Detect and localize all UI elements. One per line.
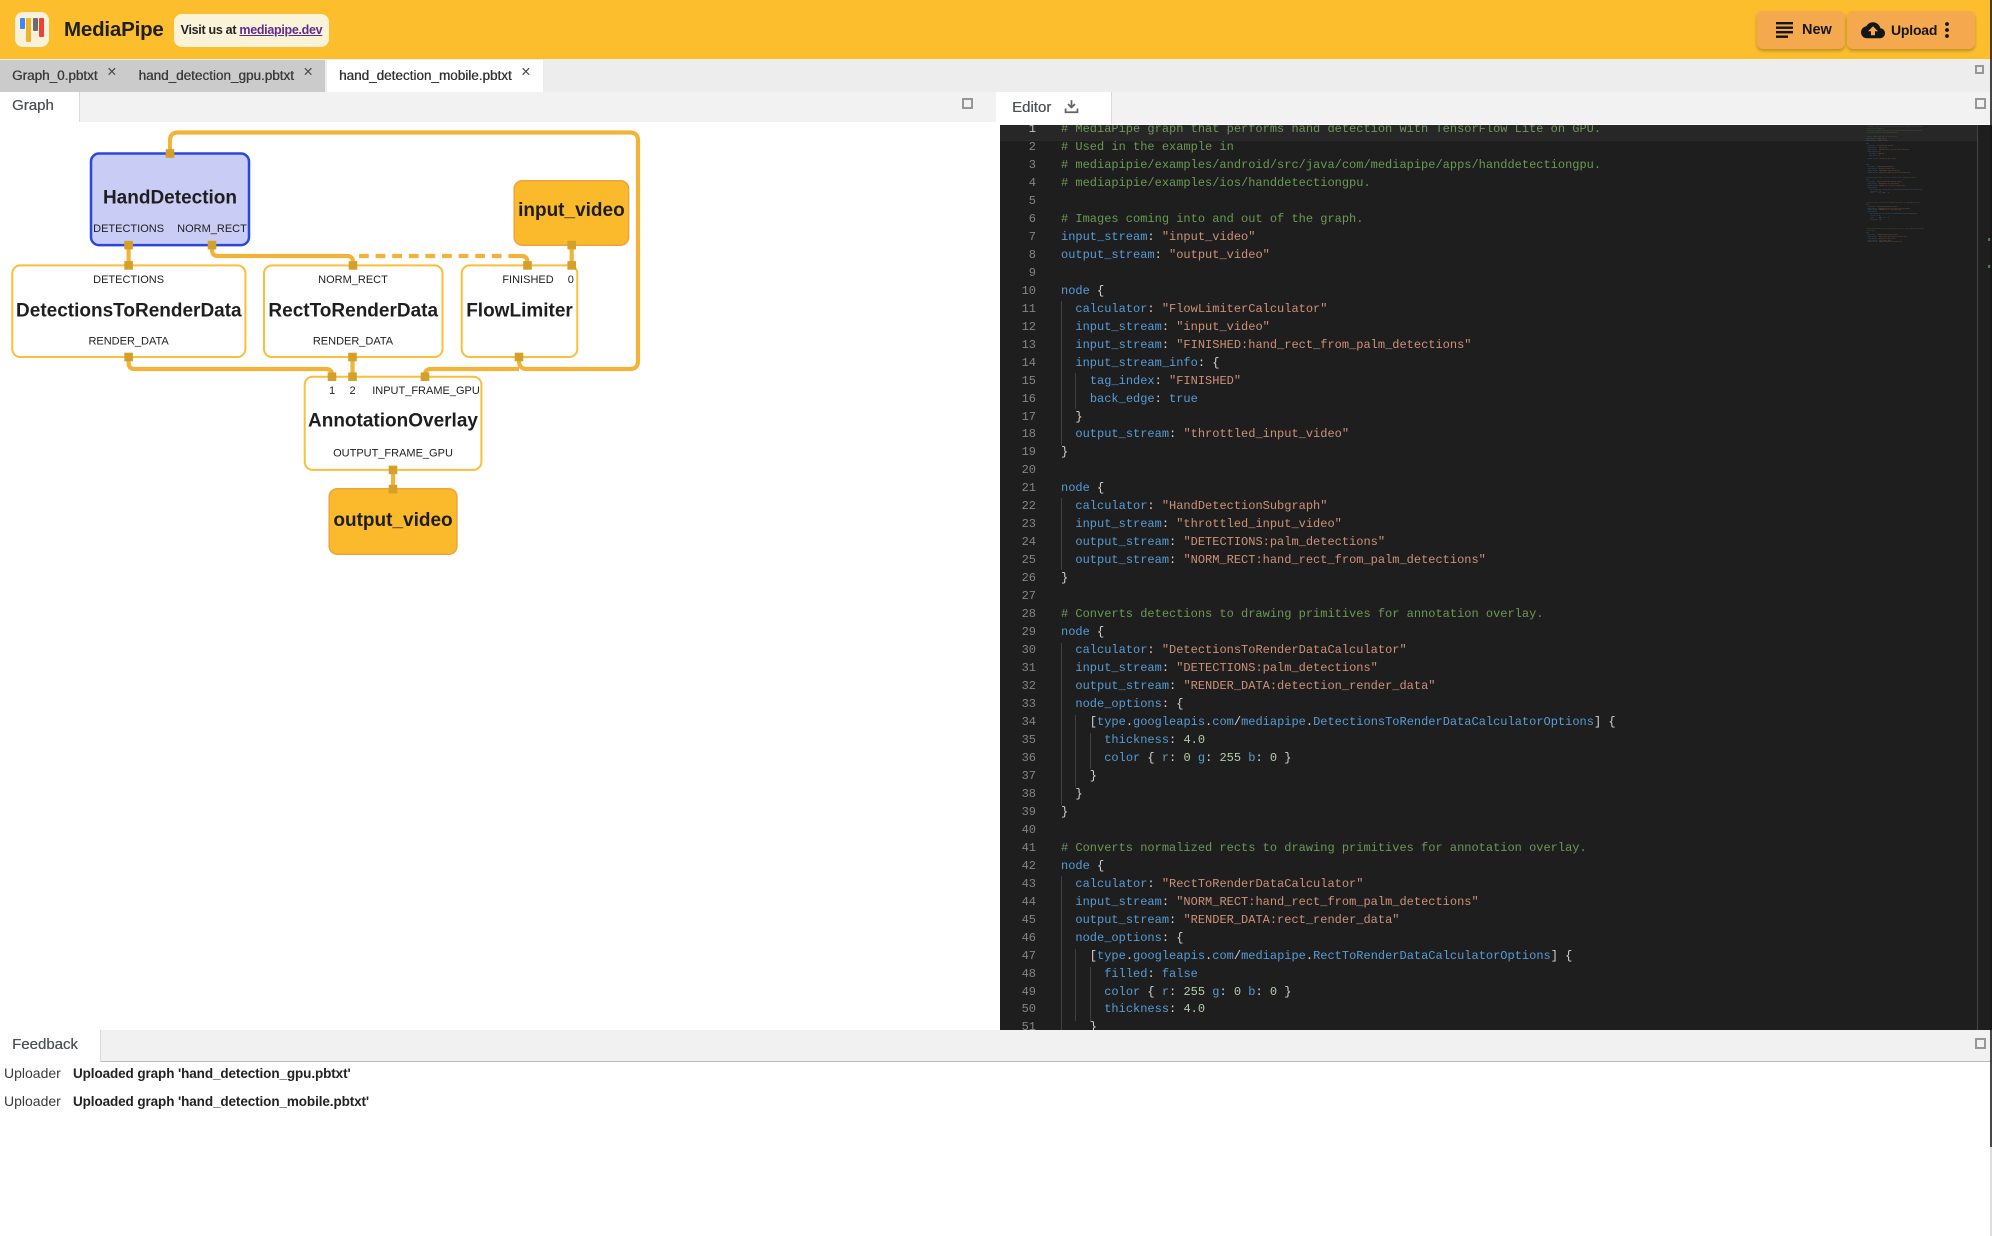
svg-text:0: 0	[568, 274, 574, 286]
svg-text:1: 1	[329, 385, 335, 397]
svg-text:OUTPUT_FRAME_GPU: OUTPUT_FRAME_GPU	[333, 447, 453, 459]
svg-text:FINISHED: FINISHED	[502, 274, 553, 286]
svg-text:RENDER_DATA: RENDER_DATA	[88, 335, 169, 347]
svg-text:AnnotationOverlay: AnnotationOverlay	[308, 410, 478, 431]
svg-text:HandDetection: HandDetection	[103, 187, 237, 208]
svg-text:DETECTIONS: DETECTIONS	[93, 274, 164, 286]
svg-text:DETECTIONS: DETECTIONS	[93, 223, 164, 235]
svg-text:NORM_RECT: NORM_RECT	[318, 274, 388, 286]
svg-text:RENDER_DATA: RENDER_DATA	[313, 335, 394, 347]
svg-text:output_video: output_video	[333, 510, 452, 531]
svg-text:DetectionsToRenderData: DetectionsToRenderData	[16, 300, 242, 321]
svg-text:FlowLimiter: FlowLimiter	[466, 300, 573, 321]
svg-text:input_video: input_video	[518, 200, 625, 221]
svg-text:2: 2	[349, 385, 355, 397]
svg-text:NORM_RECT: NORM_RECT	[177, 223, 247, 235]
svg-text:INPUT_FRAME_GPU: INPUT_FRAME_GPU	[372, 385, 480, 397]
svg-text:RectToRenderData: RectToRenderData	[268, 300, 438, 321]
